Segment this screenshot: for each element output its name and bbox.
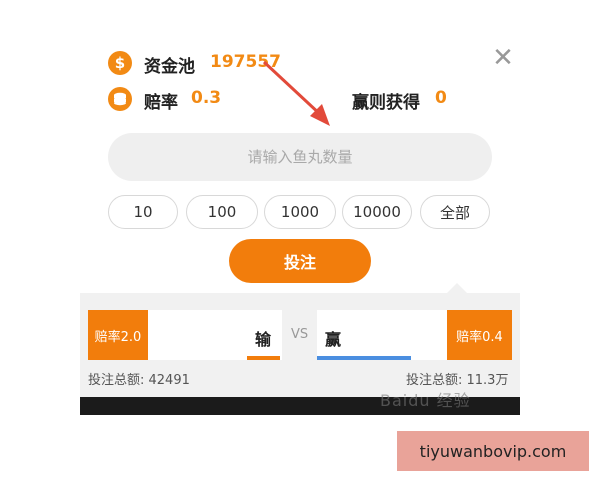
chip-all[interactable]: 全部 [420, 195, 490, 229]
bet-button[interactable]: 投注 [229, 239, 371, 283]
coin-stack-icon [108, 87, 132, 111]
win-value: 0 [435, 88, 447, 108]
chip-1000[interactable]: 1000 [264, 195, 336, 229]
win-side-label: 赢 [325, 330, 342, 349]
amount-input[interactable] [108, 133, 492, 181]
pool-label: 资金池 [144, 57, 195, 77]
baidu-watermark: Baidu 经验 [380, 391, 471, 410]
right-total: 投注总额: 11.3万 [406, 373, 509, 388]
annotation-arrow-icon [262, 60, 330, 126]
chip-10000[interactable]: 10000 [342, 195, 412, 229]
right-odds-tag[interactable]: 赔率0.4 [447, 310, 512, 360]
chip-10[interactable]: 10 [108, 195, 178, 229]
odds-label: 赔率 [144, 93, 178, 113]
lose-label: 输 [255, 330, 272, 349]
lose-bar [247, 356, 280, 360]
left-total: 投注总额: 42491 [88, 373, 190, 388]
vs-label: VS [291, 327, 309, 342]
dollar-coin-icon: $ [108, 51, 132, 75]
chip-100[interactable]: 100 [186, 195, 258, 229]
site-url-badge: tiyuwanbovip.com [397, 431, 589, 471]
win-label: 赢则获得 [352, 93, 420, 113]
close-icon[interactable]: ✕ [490, 45, 516, 71]
left-odds-tag[interactable]: 赔率2.0 [88, 310, 148, 360]
odds-value: 0.3 [191, 88, 222, 108]
win-bar [317, 356, 411, 360]
